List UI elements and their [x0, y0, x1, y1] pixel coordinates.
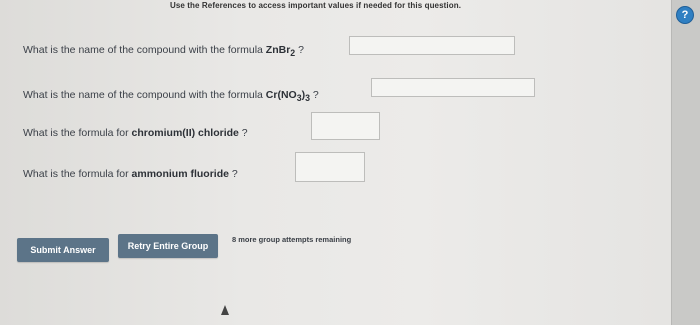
- submit-answer-button[interactable]: Submit Answer: [17, 238, 109, 262]
- question-4-suffix: ?: [228, 168, 238, 180]
- question-3-prefix: What is the formula for: [23, 127, 132, 139]
- help-icon[interactable]: ?: [676, 6, 694, 24]
- mouse-cursor-icon: [221, 305, 229, 315]
- question-3-suffix: ?: [238, 127, 248, 139]
- question-4-prefix: What is the formula for: [23, 168, 132, 180]
- answer-field-1[interactable]: [349, 36, 515, 55]
- right-side-panel: ?: [671, 0, 700, 325]
- question-1-formula: ZnBr2: [265, 44, 295, 58]
- question-2: What is the name of the compound with th…: [23, 89, 319, 103]
- answer-field-3[interactable]: [311, 112, 380, 140]
- question-1-suffix: ?: [295, 44, 304, 56]
- question-1-formula-main: ZnBr: [265, 44, 291, 56]
- retry-entire-group-button[interactable]: Retry Entire Group: [118, 234, 218, 258]
- answer-field-2[interactable]: [371, 78, 535, 97]
- question-page: Use the References to access important v…: [0, 0, 700, 325]
- question-1: What is the name of the compound with th…: [23, 44, 304, 58]
- answer-field-4[interactable]: [295, 152, 365, 182]
- references-note: Use the References to access important v…: [170, 1, 462, 10]
- question-2-formula-part1: Cr(NO: [265, 89, 297, 101]
- question-2-formula: Cr(NO3)3: [265, 89, 310, 103]
- question-3-compound: chromium(II) chloride: [131, 127, 239, 139]
- question-1-prefix: What is the name of the compound with th…: [23, 44, 266, 56]
- question-3: What is the formula for chromium(II) chl…: [23, 127, 248, 139]
- question-4-compound: ammonium fluoride: [131, 168, 229, 180]
- question-4: What is the formula for ammonium fluorid…: [23, 168, 238, 180]
- question-2-suffix: ?: [309, 89, 319, 101]
- question-2-prefix: What is the name of the compound with th…: [23, 89, 266, 101]
- attempts-remaining-text: 8 more group attempts remaining: [232, 235, 352, 244]
